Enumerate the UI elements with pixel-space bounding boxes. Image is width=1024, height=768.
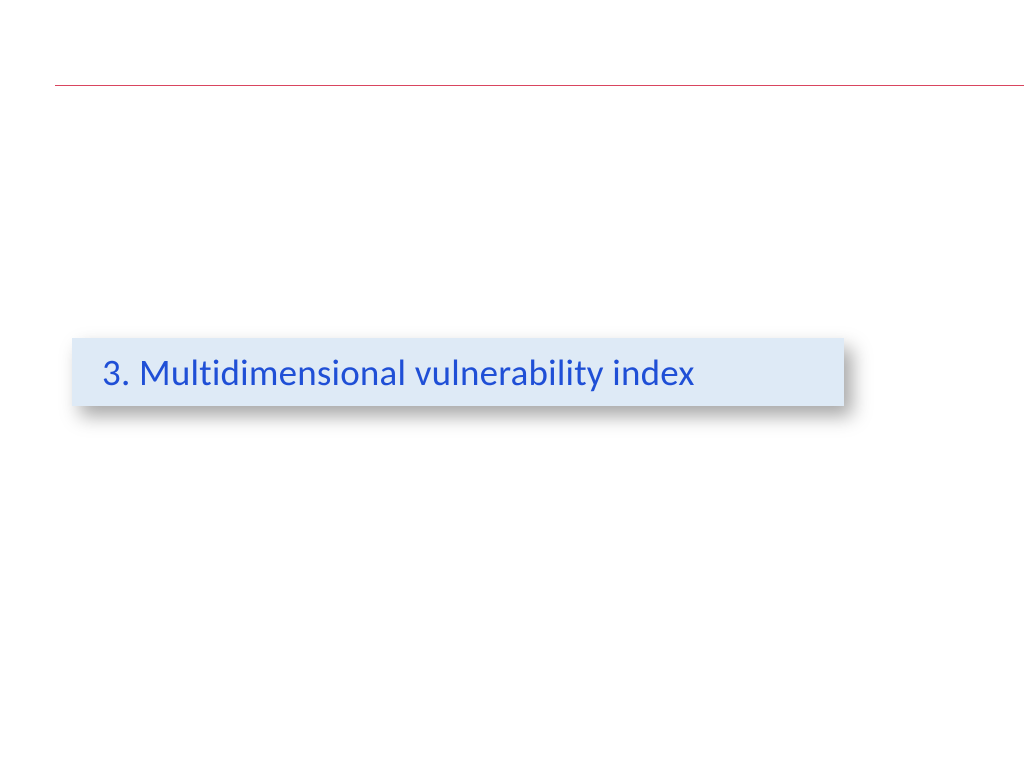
section-title-box: 3. Multidimensional vulnerability index [72, 338, 844, 406]
section-title-text: 3. Multidimensional vulnerability index [102, 350, 695, 395]
divider-rule [55, 85, 1024, 86]
